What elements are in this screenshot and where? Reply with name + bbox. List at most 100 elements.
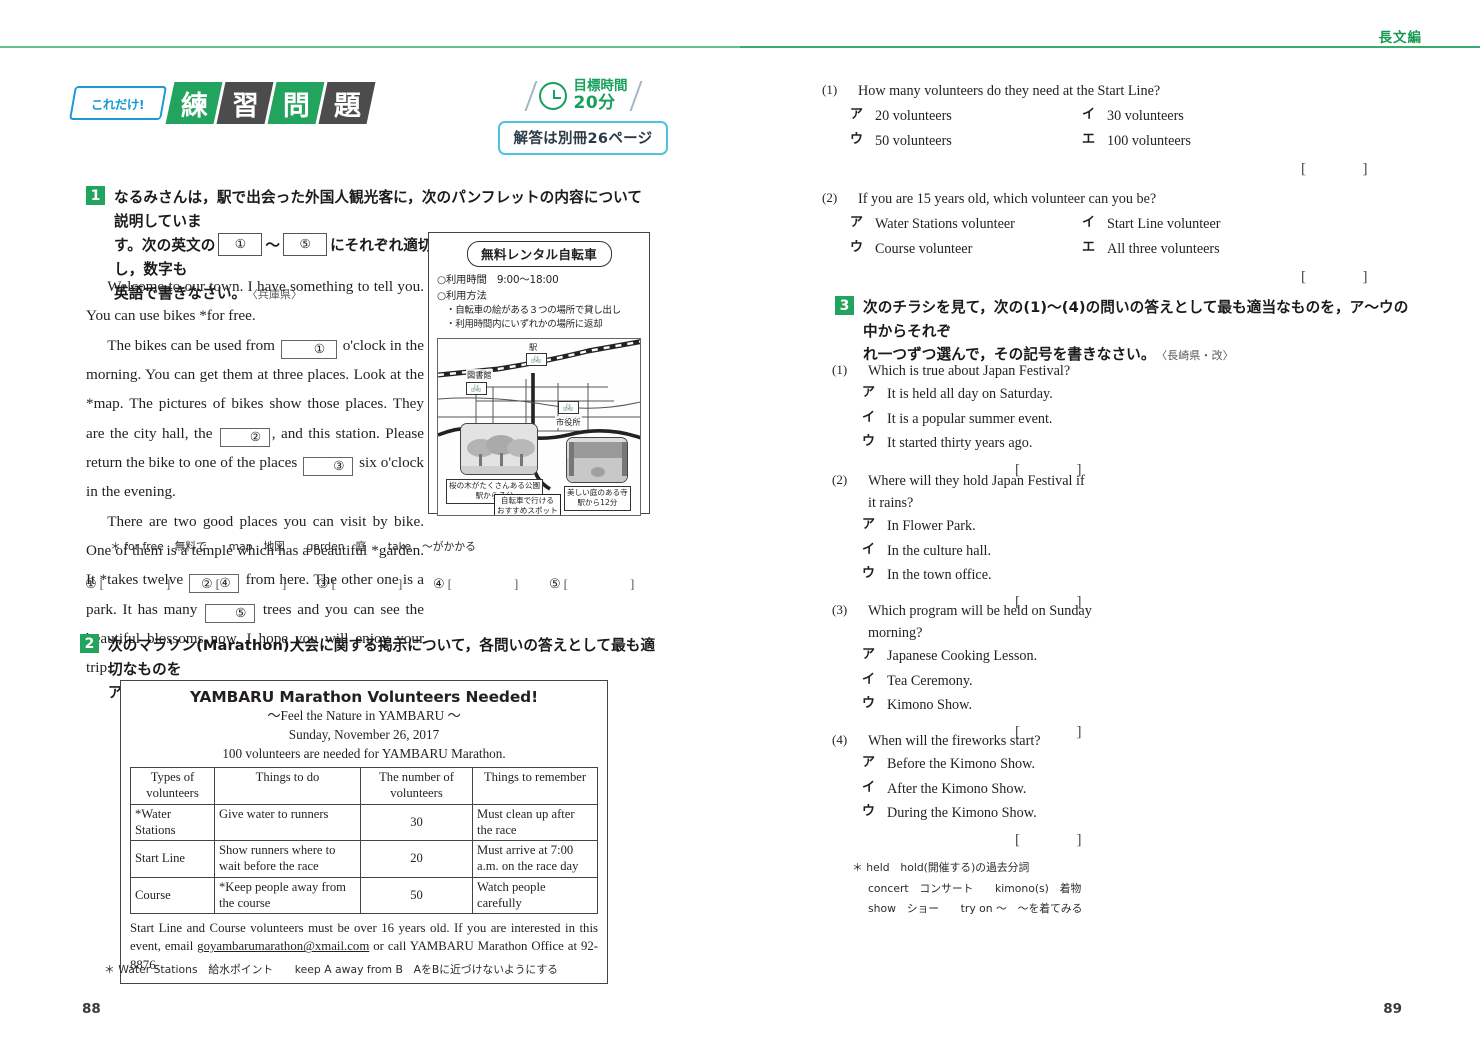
cell-remember: Must clean up after the race bbox=[472, 803, 598, 842]
table-header-row: Types of volunteers Things to do The num… bbox=[130, 767, 598, 805]
table-row: Course *Keep people away from the course… bbox=[130, 876, 598, 915]
q3-q1-option-a[interactable]: ア It is held all day on Saturday. bbox=[862, 382, 1094, 407]
banner-kanji-2: 習 bbox=[216, 82, 274, 124]
section-banner: これだけ! 練 習 問 題 bbox=[69, 82, 376, 124]
q2-q2-option-c[interactable]: ウ Course volunteer bbox=[850, 237, 1082, 262]
temple-photo bbox=[566, 436, 628, 483]
left-page: これだけ! 練 習 問 題 目標時間 20分 解答は別冊26ページ 1 なるみさ… bbox=[0, 0, 740, 1035]
q1-tilde: 〜 bbox=[265, 237, 281, 255]
answer-slot-2[interactable]: ②[] bbox=[201, 576, 317, 592]
q2-q1-text: How many volunteers do they need at the … bbox=[858, 83, 1161, 99]
bike-icon-cityhall: 🚲 bbox=[558, 400, 579, 414]
pamphlet-usage-1: ・自転車の絵がある３つの場所で貸し出し bbox=[446, 305, 621, 317]
cell-todo: Show runners where to wait before the ra… bbox=[214, 840, 361, 878]
page-number-right: 89 bbox=[1383, 1001, 1402, 1017]
poster-subtitle-2: Sunday, November 26, 2017 bbox=[288, 727, 440, 743]
q3-heading: 3 次のチラシを見て，次の(1)〜(4)の問いの答えとして最も適当なものを，ア〜… bbox=[835, 296, 1415, 367]
passage-paragraph-1: Welcome to our town. I have something to… bbox=[86, 278, 424, 325]
header-section-tab: 長文編 bbox=[1378, 30, 1422, 46]
q1-instruction-b: す。次の英文の bbox=[114, 237, 216, 255]
town-map: 駅 🚲 図書館 🚲 🚲 市役所 桜の木がたくさんある公園 美しい庭のある寺 駅か… bbox=[437, 337, 641, 516]
pamphlet-hours: ○利用時間 9:00〜18:00 bbox=[437, 274, 559, 286]
q2-q2-option-b[interactable]: イ Start Line volunteer bbox=[1082, 212, 1314, 237]
col-todo: Things to do bbox=[214, 767, 361, 805]
q3-q3-mark: (3) bbox=[832, 602, 848, 617]
q3-q4-answer-blank[interactable]: [] bbox=[832, 832, 1094, 849]
q3-q3-option-b[interactable]: イ Tea Ceremony. bbox=[862, 669, 1094, 694]
q3-question-4: (4) When will the fireworks start? ア Befo… bbox=[832, 730, 1094, 849]
cell-count: 20 bbox=[360, 840, 473, 878]
cell-todo: Give water to runners bbox=[214, 803, 361, 842]
q3-footnote-line-1: ＊ held hold(開催する)の過去分詞 bbox=[852, 861, 1030, 874]
timer-value: 20分 bbox=[573, 93, 616, 114]
banner-kanji-1: 練 bbox=[165, 82, 223, 124]
q2-q2-answer-blank[interactable]: [] bbox=[822, 269, 1402, 286]
cell-type: Start Line bbox=[130, 840, 215, 878]
cell-remember: Watch people carefully bbox=[472, 876, 598, 915]
q3-q4-option-c[interactable]: ウ During the Kimono Show. bbox=[862, 801, 1094, 826]
pamphlet-usage-2: ・利用時間内にいずれかの場所に返却 bbox=[446, 319, 603, 331]
q3-footnote: ＊ held hold(開催する)の過去分詞 concert コンサート kim… bbox=[852, 858, 1082, 920]
q3-number: 3 bbox=[835, 296, 854, 315]
map-label-station: 駅 bbox=[528, 340, 539, 353]
banner-kanji-4: 題 bbox=[318, 82, 376, 124]
cell-type: Course bbox=[130, 876, 215, 915]
q3-q2-option-c[interactable]: ウ In the town office. bbox=[862, 563, 1094, 588]
cell-count: 30 bbox=[360, 803, 473, 842]
answer-slot-4[interactable]: ④[] bbox=[433, 576, 549, 592]
q2-q1-option-b[interactable]: イ 30 volunteers bbox=[1082, 104, 1314, 129]
cell-type: *Water Stations bbox=[130, 803, 215, 842]
korekadake-label: これだけ! bbox=[91, 96, 145, 112]
q1-answer-row: ①[] ②[] ③[] ④[] ⑤[] bbox=[85, 576, 665, 592]
slash-right bbox=[629, 81, 642, 111]
q2-question-1: (1) How many volunteers do they need at … bbox=[822, 80, 1402, 178]
q2-q1-mark: (1) bbox=[822, 82, 838, 97]
q2-q2-option-a[interactable]: ア Water Stations volunteer bbox=[850, 212, 1082, 237]
q3-q1-option-b[interactable]: イ It is a popular summer event. bbox=[862, 407, 1094, 432]
cell-todo: *Keep people away from the course bbox=[214, 876, 361, 915]
bike-icon-library: 🚲 bbox=[466, 381, 487, 395]
timer-widget: 目標時間 20分 解答は別冊26ページ bbox=[498, 76, 668, 155]
cell-count: 50 bbox=[360, 876, 473, 915]
passage-blank-5: ⑤ bbox=[205, 603, 256, 623]
q2-number: 2 bbox=[80, 634, 99, 653]
q2-q1-option-c[interactable]: ウ 50 volunteers bbox=[850, 129, 1082, 154]
map-label-cityhall: 市役所 bbox=[555, 415, 582, 428]
q1-inline-box-5: ⑤ bbox=[283, 233, 328, 256]
q3-q2-text: Where will they hold Japan Festival if i… bbox=[868, 473, 1085, 511]
q3-q4-option-b[interactable]: イ After the Kimono Show. bbox=[862, 777, 1094, 802]
q3-q4-option-a[interactable]: ア Before the Kimono Show. bbox=[862, 752, 1094, 777]
pamphlet-title: 無料レンタル自転車 bbox=[466, 241, 612, 267]
q3-q1-option-c[interactable]: ウ It started thirty years ago. bbox=[862, 431, 1094, 456]
q3-q2-option-a[interactable]: ア In Flower Park. bbox=[862, 514, 1094, 539]
q3-q1-mark: (1) bbox=[832, 362, 848, 377]
pamphlet-usage-label: ○利用方法 bbox=[437, 289, 487, 302]
marathon-poster: YAMBARU Marathon Volunteers Needed! 〜Fee… bbox=[120, 680, 608, 984]
table-row: Start Line Show runners where to wait be… bbox=[130, 840, 598, 878]
q1-instruction-a: なるみさんは，駅で出会った外国人観光客に，次のパンフレットの内容について説明して… bbox=[114, 189, 643, 230]
q2-q1-answer-blank[interactable]: [] bbox=[822, 161, 1402, 178]
answer-slot-1[interactable]: ①[] bbox=[85, 576, 201, 592]
q3-instruction-a: 次のチラシを見て，次の(1)〜(4)の問いの答えとして最も適当なものを，ア〜ウの… bbox=[863, 299, 1409, 340]
q3-question-1: (1) Which is true about Japan Festival? … bbox=[832, 360, 1094, 479]
banner-kanji-3: 問 bbox=[267, 82, 325, 124]
answer-slot-3[interactable]: ③[] bbox=[317, 576, 433, 592]
q2-q2-option-d[interactable]: エ All three volunteers bbox=[1082, 237, 1314, 262]
q2-question-2: (2) If you are 15 years old, which volun… bbox=[822, 188, 1402, 286]
q1-footnote: ＊ for free 無料で map 地図 garden 庭 take 〜がかか… bbox=[110, 540, 476, 553]
q3-q1-text: Which is true about Japan Festival? bbox=[868, 363, 1071, 379]
q1-number: 1 bbox=[86, 186, 105, 205]
q2-q1-option-a[interactable]: ア 20 volunteers bbox=[850, 104, 1082, 129]
q2-q1-option-d[interactable]: エ 100 volunteers bbox=[1082, 129, 1314, 154]
q3-q2-option-b[interactable]: イ In the culture hall. bbox=[862, 539, 1094, 564]
answer-reference-badge: 解答は別冊26ページ bbox=[498, 121, 668, 155]
q3-q3-option-c[interactable]: ウ Kimono Show. bbox=[862, 693, 1094, 718]
q3-prefecture: 〈長崎県・改〉 bbox=[1161, 349, 1234, 363]
q3-q4-text: When will the fireworks start? bbox=[868, 733, 1041, 749]
header-rule-left bbox=[0, 46, 740, 48]
passage-blank-3: ③ bbox=[303, 456, 354, 476]
poster-email-link[interactable]: goyambarumarathon@xmail.com bbox=[197, 939, 369, 953]
answer-slot-5[interactable]: ⑤[] bbox=[549, 576, 665, 592]
q2-q2-mark: (2) bbox=[822, 190, 838, 205]
q3-q3-option-a[interactable]: ア Japanese Cooking Lesson. bbox=[862, 644, 1094, 669]
